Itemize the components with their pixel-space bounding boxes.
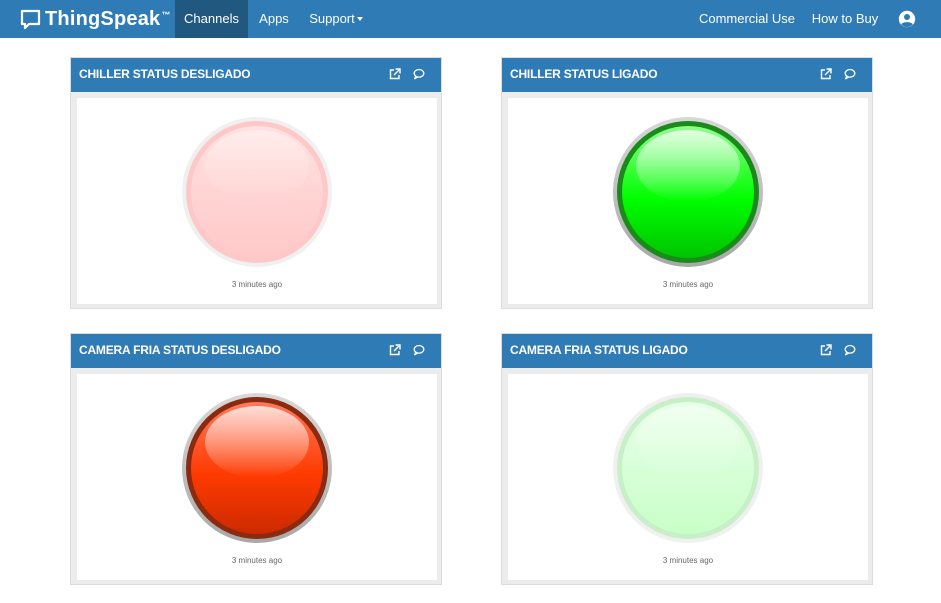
status-lamp: [613, 393, 763, 543]
nav-channels-label: Channels: [184, 11, 239, 26]
nav-channels[interactable]: Channels: [175, 0, 248, 38]
chat-bubble-icon: [20, 9, 41, 29]
widget-title: CAMERA FRIA STATUS LIGADO: [510, 343, 688, 357]
widget-body: 3 minutes ago: [77, 374, 437, 580]
widget-body: 3 minutes ago: [77, 98, 437, 304]
external-link-icon[interactable]: [820, 344, 832, 356]
comment-icon[interactable]: [844, 344, 856, 356]
widget-body: 3 minutes ago: [508, 98, 868, 304]
widget-timestamp: 3 minutes ago: [662, 280, 714, 289]
widget-header: CAMERA FRIA STATUS DESLIGADO: [71, 334, 441, 368]
brand-trademark: ™: [161, 10, 171, 20]
brand-name: ThingSpeak™: [45, 8, 171, 30]
widget-title: CHILLER STATUS DESLIGADO: [79, 67, 251, 81]
widget-camera-fria-desligado: CAMERA FRIA STATUS DESLIGADO 3 minutes a…: [70, 333, 442, 585]
nav-commercial-label: Commercial Use: [698, 11, 796, 26]
external-link-icon[interactable]: [389, 344, 401, 356]
external-link-icon[interactable]: [389, 68, 401, 80]
widget-timestamp: 3 minutes ago: [662, 556, 714, 565]
nav-apps-label: Apps: [259, 11, 289, 26]
user-avatar-icon[interactable]: [898, 10, 916, 28]
widget-header: CHILLER STATUS DESLIGADO: [71, 58, 441, 92]
status-lamp: [182, 393, 332, 543]
widget-chiller-ligado: CHILLER STATUS LIGADO 3 minutes ago: [501, 57, 873, 309]
caret-down-icon: [356, 16, 363, 21]
widget-timestamp: 3 minutes ago: [231, 556, 283, 565]
widget-header: CHILLER STATUS LIGADO: [502, 58, 872, 92]
widget-body: 3 minutes ago: [508, 374, 868, 580]
widget-camera-fria-ligado: CAMERA FRIA STATUS LIGADO 3 minutes ago: [501, 333, 873, 585]
navbar: ThingSpeak™ Channels Apps Support Commer…: [0, 0, 941, 38]
status-lamp: [182, 117, 332, 267]
widget-header: CAMERA FRIA STATUS LIGADO: [502, 334, 872, 368]
widget-title: CAMERA FRIA STATUS DESLIGADO: [79, 343, 281, 357]
comment-icon[interactable]: [844, 68, 856, 80]
nav-support-label: Support: [309, 11, 355, 26]
nav-how-to-buy[interactable]: How to Buy: [805, 0, 885, 38]
comment-icon[interactable]: [413, 68, 425, 80]
nav-apps[interactable]: Apps: [248, 0, 300, 38]
widget-title: CHILLER STATUS LIGADO: [510, 67, 658, 81]
external-link-icon[interactable]: [820, 68, 832, 80]
status-lamp: [613, 117, 763, 267]
widget-timestamp: 3 minutes ago: [231, 280, 283, 289]
nav-support-dropdown[interactable]: Support: [300, 0, 372, 38]
brand-logo[interactable]: ThingSpeak™: [20, 6, 171, 32]
nav-commercial-use[interactable]: Commercial Use: [692, 0, 802, 38]
nav-how-to-buy-label: How to Buy: [811, 11, 879, 26]
widget-chiller-desligado: CHILLER STATUS DESLIGADO 3 minutes ago: [70, 57, 442, 309]
comment-icon[interactable]: [413, 344, 425, 356]
